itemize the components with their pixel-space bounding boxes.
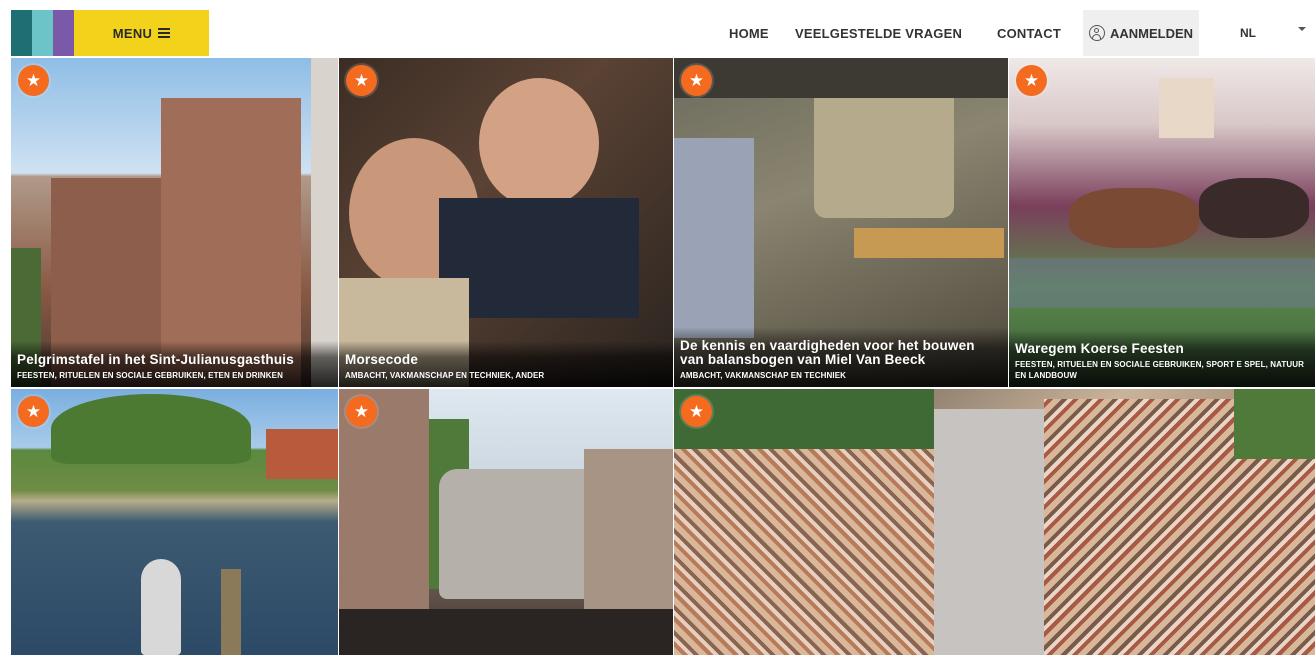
card-caption: Pelgrimstafel in het Sint-Julianusgasthu… xyxy=(11,341,338,387)
tower-shape xyxy=(1159,78,1214,138)
heritage-card[interactable]: ★ xyxy=(11,389,338,655)
card-title: Morsecode xyxy=(345,352,419,367)
logo-stripe xyxy=(53,10,74,56)
nav-home[interactable]: HOME xyxy=(729,10,769,56)
card-categories: FEESTEN, RITUELEN EN SOCIALE GEBRUIKEN, … xyxy=(1015,360,1304,380)
heritage-card[interactable]: ★ xyxy=(674,389,1315,655)
nav-contact-label: CONTACT xyxy=(997,25,1061,41)
chevron-down-icon[interactable] xyxy=(1298,27,1306,31)
star-icon[interactable]: ★ xyxy=(346,396,377,427)
menu-button[interactable]: MENU xyxy=(74,10,209,56)
menu-label: MENU xyxy=(112,25,153,41)
card-categories: FEESTEN, RITUELEN EN SOCIALE GEBRUIKEN, … xyxy=(17,371,283,380)
building-shape xyxy=(584,449,673,619)
nav-contact[interactable]: CONTACT xyxy=(997,10,1061,56)
horse-shape xyxy=(1199,178,1309,238)
post-shape xyxy=(221,569,241,655)
login-label: AANMELDEN xyxy=(1109,25,1194,41)
heritage-card[interactable]: ★ xyxy=(339,389,673,655)
wood-shape xyxy=(854,228,1004,258)
person-shape xyxy=(479,78,599,208)
card-caption: Morsecode AMBACHT, VAKMANSCHAP EN TECHNI… xyxy=(339,341,673,387)
heritage-card[interactable]: ★ Pelgrimstafel in het Sint-Julianusgast… xyxy=(11,58,338,387)
water-shape xyxy=(1009,258,1315,308)
person-shape xyxy=(439,198,639,318)
heritage-card[interactable]: ★ Morsecode AMBACHT, VAKMANSCHAP EN TECH… xyxy=(339,58,673,387)
star-icon[interactable]: ★ xyxy=(18,65,49,96)
tree-shape xyxy=(674,389,934,449)
building-shape xyxy=(311,58,338,387)
star-icon[interactable]: ★ xyxy=(18,396,49,427)
brand-logo[interactable] xyxy=(11,10,74,56)
crowd-shape xyxy=(339,609,673,655)
language-selector[interactable]: NL xyxy=(1240,10,1256,56)
nav-faq[interactable]: VEELGESTELDE VRAGEN xyxy=(795,10,962,56)
person-shape xyxy=(674,138,754,338)
nav-home-label: HOME xyxy=(729,25,769,41)
language-label: NL xyxy=(1240,26,1256,40)
star-icon[interactable]: ★ xyxy=(681,65,712,96)
user-icon xyxy=(1088,25,1105,41)
crowd-shape xyxy=(674,449,934,655)
card-title: De kennis en vaardigheden voor het bouwe… xyxy=(680,338,975,367)
person-shape xyxy=(141,559,181,655)
card-title: Waregem Koerse Feesten xyxy=(1015,341,1184,356)
hamburger-icon xyxy=(158,28,171,38)
machine-shape xyxy=(814,78,954,218)
heritage-card[interactable]: ★ De kennis en vaardigheden voor het bou… xyxy=(674,58,1008,387)
building-shape xyxy=(266,429,338,479)
heritage-card[interactable]: ★ Waregem Koerse Feesten FEESTEN, RITUEL… xyxy=(1009,58,1315,387)
tree-shape xyxy=(51,394,251,464)
horse-shape xyxy=(1069,188,1199,248)
tree-shape xyxy=(1234,389,1315,459)
card-caption: Waregem Koerse Feesten FEESTEN, RITUELEN… xyxy=(1009,330,1315,387)
star-icon[interactable]: ★ xyxy=(1016,65,1047,96)
road-shape xyxy=(934,409,1044,655)
shelf-shape xyxy=(674,58,1008,98)
reliquary-shape xyxy=(439,469,604,599)
login-button[interactable]: AANMELDEN xyxy=(1083,10,1199,56)
card-caption: De kennis en vaardigheden voor het bouwe… xyxy=(674,327,1008,387)
card-title: Pelgrimstafel in het Sint-Julianusgasthu… xyxy=(17,352,294,367)
card-categories: AMBACHT, VAKMANSCHAP EN TECHNIEK xyxy=(680,371,847,380)
nav-faq-label: VEELGESTELDE VRAGEN xyxy=(795,25,963,41)
site-header: MENU HOME VEELGESTELDE VRAGEN CONTACT AA… xyxy=(0,0,1315,58)
star-icon[interactable]: ★ xyxy=(346,65,377,96)
logo-stripe xyxy=(11,10,32,56)
logo-stripe xyxy=(32,10,53,56)
star-icon[interactable]: ★ xyxy=(681,396,712,427)
card-categories: AMBACHT, VAKMANSCHAP EN TECHNIEK, ANDER xyxy=(345,371,545,380)
